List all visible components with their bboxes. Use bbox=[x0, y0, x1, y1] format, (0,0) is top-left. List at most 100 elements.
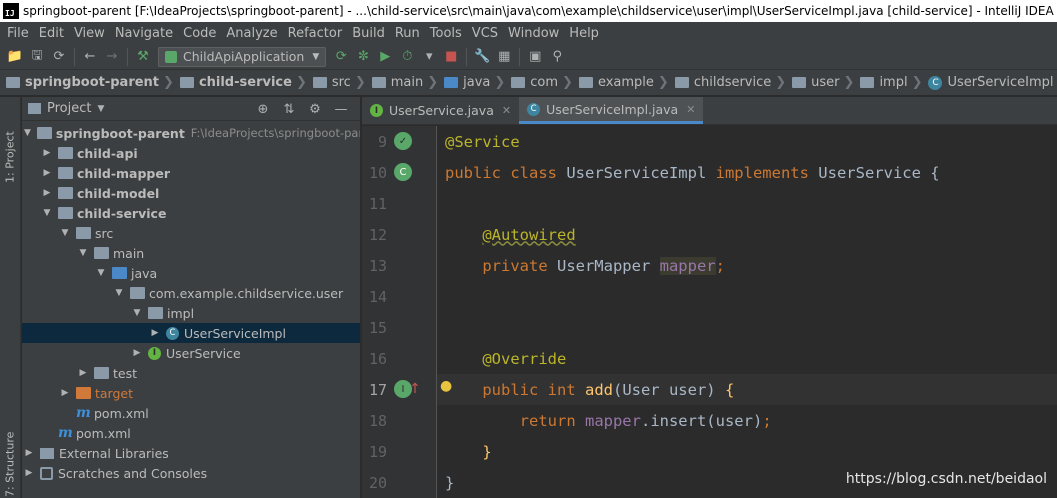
breadcrumb-item[interactable]: com ❯ bbox=[511, 75, 579, 90]
menu-help[interactable]: Help bbox=[564, 26, 604, 41]
tree-node[interactable]: ▼ springboot-parent F:\IdeaProjects\spring… bbox=[22, 123, 360, 143]
expanded-arrow-icon[interactable]: ▼ bbox=[42, 208, 52, 218]
tree-node[interactable]: ▼ impl bbox=[22, 303, 360, 323]
spring-bean-icon[interactable]: ✓ bbox=[394, 132, 412, 150]
code-line[interactable] bbox=[437, 312, 1057, 343]
tree-node[interactable]: ▶ child-mapper bbox=[22, 163, 360, 183]
tree-node[interactable]: ▶ test bbox=[22, 363, 360, 383]
open-folder-icon[interactable]: 📁 bbox=[4, 46, 26, 68]
code-line[interactable]: public class UserServiceImpl implements … bbox=[437, 157, 1057, 188]
menu-vcs[interactable]: VCS bbox=[467, 26, 503, 41]
tree-node[interactable]: ▶ External Libraries bbox=[22, 443, 360, 463]
tab-userservice-java[interactable]: I UserService.java ✕ bbox=[362, 97, 519, 124]
run-configuration-select[interactable]: ChildApiApplication ▼ bbox=[158, 46, 327, 67]
breadcrumb-item[interactable]: src ❯ bbox=[312, 75, 372, 90]
collapsed-arrow-icon[interactable]: ▶ bbox=[24, 448, 34, 458]
expanded-arrow-icon[interactable]: ▼ bbox=[114, 288, 124, 298]
menu-analyze[interactable]: Analyze bbox=[221, 26, 282, 41]
tree-node[interactable]: ▼ com.example.childservice.user bbox=[22, 283, 360, 303]
tree-node[interactable]: ▼ java bbox=[22, 263, 360, 283]
menu-window[interactable]: Window bbox=[503, 26, 564, 41]
tab-project[interactable]: 1: Project bbox=[2, 103, 18, 183]
tree-node[interactable]: ▶ Scratches and Consoles bbox=[22, 463, 360, 483]
close-icon[interactable]: ✕ bbox=[686, 103, 695, 116]
stop-icon[interactable]: ■ bbox=[440, 46, 462, 68]
expanded-arrow-icon[interactable]: ▼ bbox=[132, 308, 142, 318]
gear-icon[interactable]: ⚙ bbox=[302, 100, 328, 118]
breadcrumb-item[interactable]: java ❯ bbox=[444, 75, 511, 90]
override-arrow-icon[interactable]: ↑ bbox=[406, 380, 424, 398]
collapsed-arrow-icon[interactable]: ▶ bbox=[60, 388, 70, 398]
breadcrumb-item[interactable]: user ❯ bbox=[792, 75, 860, 90]
menu-tools[interactable]: Tools bbox=[425, 26, 467, 41]
tree-node[interactable]: ▼ main bbox=[22, 243, 360, 263]
menu-file[interactable]: File bbox=[2, 26, 34, 41]
tree-node[interactable]: ▶ I UserService bbox=[22, 343, 360, 363]
tree-node[interactable]: m pom.xml bbox=[22, 423, 360, 443]
presentation-icon[interactable]: ▣ bbox=[524, 46, 546, 68]
breadcrumb-item[interactable]: springboot-parent ❯ bbox=[6, 75, 180, 90]
menu-code[interactable]: Code bbox=[178, 26, 221, 41]
menu-view[interactable]: View bbox=[69, 26, 110, 41]
sync-icon[interactable]: ⟳ bbox=[48, 46, 70, 68]
collapsed-arrow-icon[interactable]: ▶ bbox=[24, 468, 34, 478]
tree-node[interactable]: ▶ child-model bbox=[22, 183, 360, 203]
code-line[interactable]: private UserMapper mapper; bbox=[437, 250, 1057, 281]
collapsed-arrow-icon[interactable]: ▶ bbox=[42, 168, 52, 178]
code-line[interactable]: @Autowired bbox=[437, 219, 1057, 250]
code-line[interactable]: @Override bbox=[437, 343, 1057, 374]
breadcrumb-item[interactable]: example ❯ bbox=[578, 75, 675, 90]
menu-run[interactable]: Run bbox=[390, 26, 425, 41]
lightbulb-icon[interactable]: ● bbox=[440, 378, 452, 394]
collapsed-arrow-icon[interactable]: ▶ bbox=[42, 188, 52, 198]
rerun-icon[interactable]: ⟳ bbox=[330, 46, 352, 68]
menu-refactor[interactable]: Refactor bbox=[283, 26, 348, 41]
menu-edit[interactable]: Edit bbox=[34, 26, 69, 41]
expanded-arrow-icon[interactable]: ▼ bbox=[24, 128, 31, 138]
code-line[interactable]: return mapper .insert(user); bbox=[437, 405, 1057, 436]
expanded-arrow-icon[interactable]: ▼ bbox=[96, 268, 106, 278]
hide-panel-icon[interactable]: — bbox=[328, 100, 354, 118]
spring-class-icon[interactable]: C bbox=[394, 163, 412, 181]
collapsed-arrow-icon[interactable]: ▶ bbox=[150, 328, 160, 338]
code-line[interactable]: } bbox=[437, 436, 1057, 467]
collapsed-arrow-icon[interactable]: ▶ bbox=[42, 148, 52, 158]
settings-wrench-icon[interactable]: 🔧 bbox=[471, 46, 493, 68]
locate-target-icon[interactable]: ⊕ bbox=[250, 100, 276, 118]
breadcrumb-item[interactable]: child-service ❯ bbox=[179, 75, 313, 90]
code-line[interactable]: public int add (User user) { bbox=[437, 374, 1057, 405]
forward-arrow-icon[interactable]: → bbox=[101, 46, 123, 68]
tab-structure[interactable]: 7: Structure bbox=[2, 427, 18, 497]
expanded-arrow-icon[interactable]: ▼ bbox=[78, 248, 88, 258]
coverage-icon[interactable]: ▶ bbox=[374, 46, 396, 68]
tree-node[interactable]: ▼ src bbox=[22, 223, 360, 243]
tree-node[interactable]: m pom.xml bbox=[22, 403, 360, 423]
search-icon[interactable]: ⚲ bbox=[546, 46, 568, 68]
run-dropdown-icon[interactable]: ▾ bbox=[418, 46, 440, 68]
collapsed-arrow-icon[interactable]: ▶ bbox=[132, 348, 142, 358]
code-area[interactable]: @Service public class UserServiceImpl imp… bbox=[437, 126, 1057, 498]
code-line[interactable] bbox=[437, 188, 1057, 219]
menu-build[interactable]: Build bbox=[347, 26, 390, 41]
project-panel-title[interactable]: Project bbox=[47, 101, 91, 116]
build-hammer-icon[interactable]: ⚒ bbox=[132, 46, 154, 68]
tree-node[interactable]: ▶ target bbox=[22, 383, 360, 403]
back-arrow-icon[interactable]: ← bbox=[79, 46, 101, 68]
collapse-all-icon[interactable]: ⇅ bbox=[276, 100, 302, 118]
project-structure-icon[interactable]: ▦ bbox=[493, 46, 515, 68]
breadcrumb-item[interactable]: childservice ❯ bbox=[674, 75, 792, 90]
tree-node[interactable]: ▶ C UserServiceImpl bbox=[22, 323, 360, 343]
close-icon[interactable]: ✕ bbox=[502, 104, 511, 117]
tree-node[interactable]: ▶ child-api bbox=[22, 143, 360, 163]
chevron-down-icon[interactable]: ▼ bbox=[97, 104, 104, 114]
profile-icon[interactable]: ⏱ bbox=[396, 46, 418, 68]
tab-userserviceimpl-java[interactable]: C UserServiceImpl.java ✕ bbox=[519, 97, 704, 124]
collapsed-arrow-icon[interactable]: ▶ bbox=[78, 368, 88, 378]
code-line[interactable] bbox=[437, 281, 1057, 312]
save-all-icon[interactable]: 🖫 bbox=[26, 46, 48, 68]
breadcrumb-item[interactable]: impl ❯ bbox=[860, 75, 928, 90]
expanded-arrow-icon[interactable]: ▼ bbox=[60, 228, 70, 238]
tree-node[interactable]: ▼ child-service bbox=[22, 203, 360, 223]
debug-icon[interactable]: ✼ bbox=[352, 46, 374, 68]
menu-navigate[interactable]: Navigate bbox=[110, 26, 178, 41]
